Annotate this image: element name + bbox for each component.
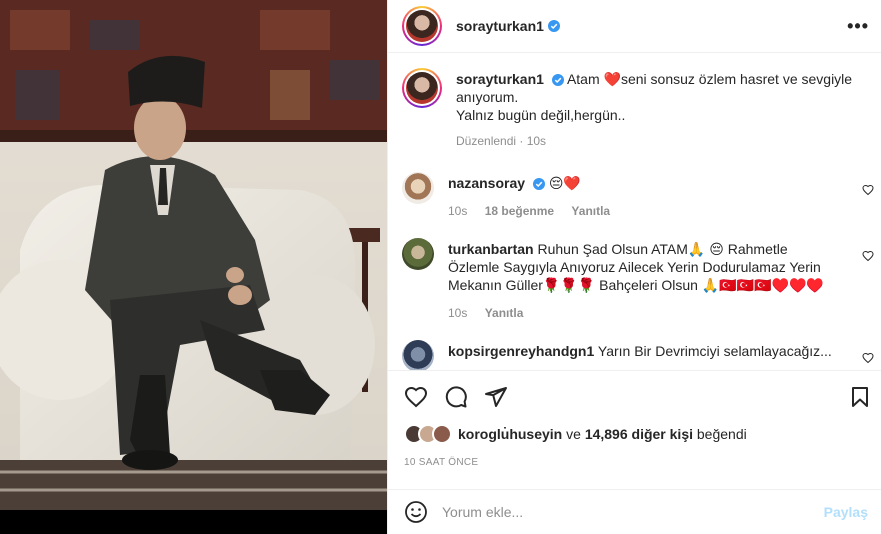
- add-comment-bar: Paylaş: [388, 489, 881, 534]
- liker-avatar[interactable]: [432, 424, 452, 444]
- comment-username[interactable]: kopsirgenreyhandgn1: [448, 343, 594, 359]
- instagram-post: sorayturkan1 ••• sorayturkan1 Atam ❤️sen…: [0, 0, 881, 534]
- comment-input[interactable]: [442, 504, 824, 520]
- save-bookmark-icon[interactable]: [848, 385, 872, 409]
- commenter-avatar[interactable]: [402, 238, 434, 270]
- caption-avatar[interactable]: [402, 68, 442, 108]
- ataturk-portrait-image: [0, 0, 387, 510]
- caption-meta: Düzenlendi · 10s: [456, 134, 547, 148]
- comment-text-line-2: Özlemle Saygıyla Anıyoruz Ailecek Yerin …: [448, 259, 821, 275]
- like-heart-icon[interactable]: [404, 385, 428, 409]
- comment-meta: 10s 18 beğenme Yanıtla: [448, 202, 868, 220]
- comment-text: 😔❤️: [548, 175, 581, 191]
- commenter-avatar[interactable]: [402, 340, 434, 370]
- comment-username[interactable]: nazansoray: [448, 175, 525, 191]
- caption-line-2: anıyorum.: [456, 89, 519, 105]
- heart-emoji: ❤️: [603, 71, 621, 87]
- caption-username[interactable]: sorayturkan1: [456, 71, 544, 87]
- comment-time: 10s: [448, 204, 468, 218]
- comment-text-line-3: Mekanın Güller🌹🌹🌹 Bahçeleri Olsun 🙏🇹🇷🇹🇷🇹…: [448, 277, 824, 293]
- comment-text-line-1: Ruhun Şad Olsun ATAM🙏 😔 Rahmetle: [537, 241, 788, 257]
- photo-canvas: [0, 0, 387, 510]
- first-liker-username[interactable]: koroglu̇huseyin: [458, 426, 562, 442]
- caption-text-rest: seni sonsuz özlem hasret ve sevgiyle: [620, 71, 853, 87]
- comment-meta: 10s Yanıtla: [448, 304, 868, 322]
- comment-item: turkanbartan Ruhun Şad Olsun ATAM🙏 😔 Rah…: [402, 238, 868, 322]
- caption-text-start: Atam: [566, 71, 600, 87]
- reply-button[interactable]: Yanıtla: [485, 306, 524, 320]
- like-comment-heart-icon[interactable]: [862, 184, 874, 196]
- like-comment-heart-icon[interactable]: [862, 250, 874, 262]
- comment-item: kopsirgenreyhandgn1 Yarın Bir Devrimciyi…: [402, 340, 868, 370]
- post-comment-button[interactable]: Paylaş: [824, 504, 868, 520]
- post-header: sorayturkan1 •••: [388, 0, 881, 53]
- reply-button[interactable]: Yanıtla: [571, 204, 610, 218]
- caption-line-3: Yalnız bugün değil,hergün..: [456, 107, 626, 123]
- post-timestamp[interactable]: 10 SAAT ÖNCE: [404, 457, 478, 468]
- verified-badge-icon: [547, 20, 560, 32]
- caption-row: sorayturkan1 Atam ❤️seni sonsuz özlem ha…: [402, 68, 868, 150]
- comment-item: nazansoray 😔❤️ 10s 18 beğenme Yanıtla: [402, 172, 868, 220]
- verified-badge-icon: [532, 178, 545, 191]
- comment-username[interactable]: turkanbartan: [448, 241, 534, 257]
- comments-scroll-area[interactable]: sorayturkan1 Atam ❤️seni sonsuz özlem ha…: [388, 54, 881, 370]
- more-options-icon[interactable]: •••: [847, 16, 869, 37]
- likes-summary: koroglu̇huseyin ve 14,896 diğer kişi beğ…: [404, 424, 747, 444]
- likes-suffix: beğendi: [696, 426, 747, 442]
- share-paper-plane-icon[interactable]: [484, 385, 508, 409]
- post-details-panel: sorayturkan1 ••• sorayturkan1 Atam ❤️sen…: [387, 0, 881, 534]
- likes-connector: ve: [566, 426, 581, 442]
- post-actions-bar: [388, 370, 881, 422]
- likes-count[interactable]: 14,896 diğer kişi: [585, 426, 693, 442]
- verified-badge-icon: [551, 74, 564, 87]
- author-avatar[interactable]: [402, 6, 442, 46]
- comment-text: Yarın Bir Devrimciyi selamlayacağız...: [597, 343, 832, 359]
- post-photo[interactable]: [0, 0, 387, 534]
- comment-likes[interactable]: 18 beğenme: [485, 204, 554, 218]
- commenter-avatar[interactable]: [402, 172, 434, 204]
- comment-time: 10s: [448, 306, 468, 320]
- emoji-smiley-icon[interactable]: [404, 500, 428, 524]
- like-comment-heart-icon[interactable]: [862, 352, 874, 364]
- author-username[interactable]: sorayturkan1: [456, 18, 544, 34]
- comment-bubble-icon[interactable]: [444, 385, 468, 409]
